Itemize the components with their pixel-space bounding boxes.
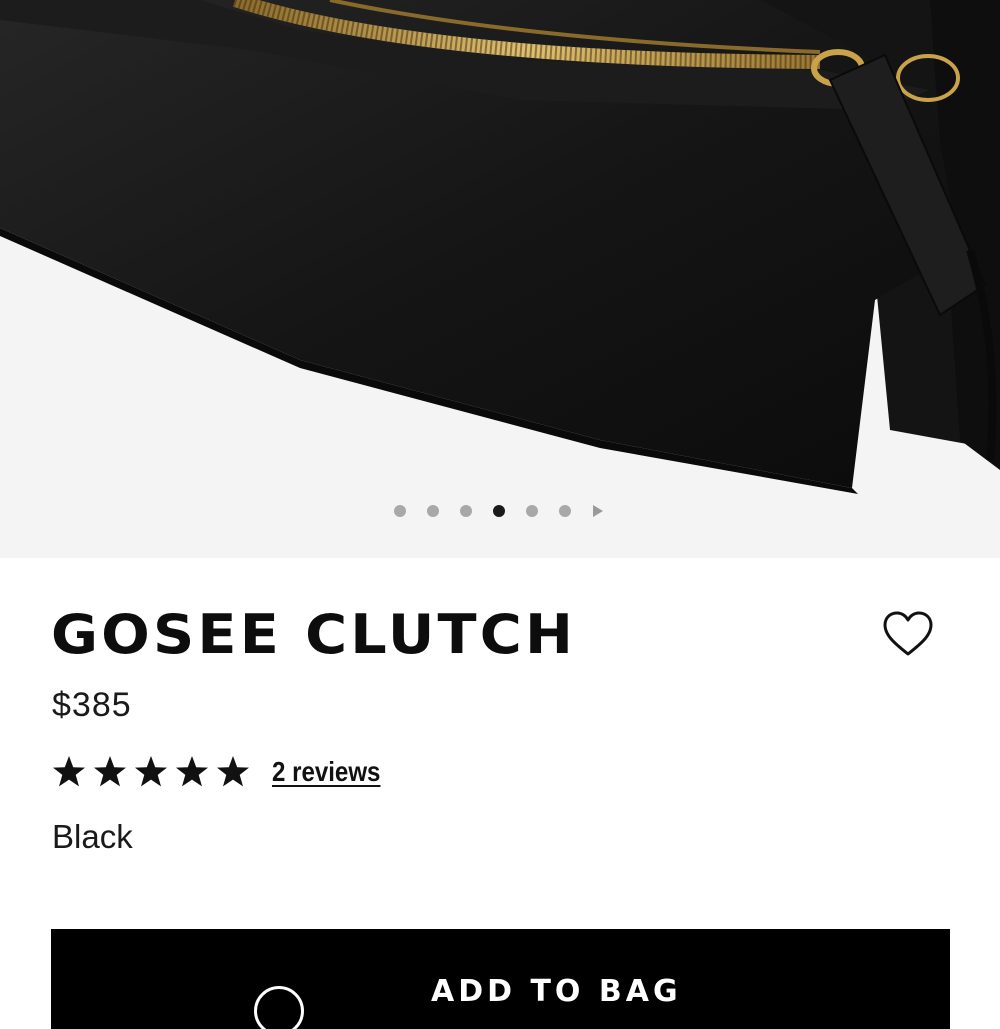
star-icon [94,756,126,787]
carousel-dot[interactable] [460,505,472,517]
add-to-bag-button[interactable]: ADD TO BAG [51,929,950,1029]
carousel-dot[interactable] [394,505,406,517]
product-rating: 2 reviews [52,750,398,794]
star-rating [52,755,250,789]
star-icon [176,756,208,787]
add-to-bag-label: ADD TO BAG [431,974,682,1009]
carousel-dot[interactable] [427,505,439,517]
product-image[interactable] [0,0,1000,558]
reviews-link[interactable]: 2 reviews [272,756,380,788]
loading-circle-icon [254,986,304,1029]
star-icon [217,756,249,787]
star-icon [53,756,85,787]
carousel-dot[interactable] [526,505,538,517]
carousel-dot[interactable] [559,505,571,517]
heart-icon[interactable] [880,607,936,663]
selected-color: Black [52,818,133,855]
carousel-dot[interactable] [493,505,505,517]
star-icon [135,756,167,787]
product-title: GOSEE CLUTCH [51,603,577,666]
carousel-indicators [394,503,603,519]
play-arrow-icon[interactable] [593,505,603,517]
clutch-photo [0,0,1000,494]
product-price: $385 [52,686,132,724]
